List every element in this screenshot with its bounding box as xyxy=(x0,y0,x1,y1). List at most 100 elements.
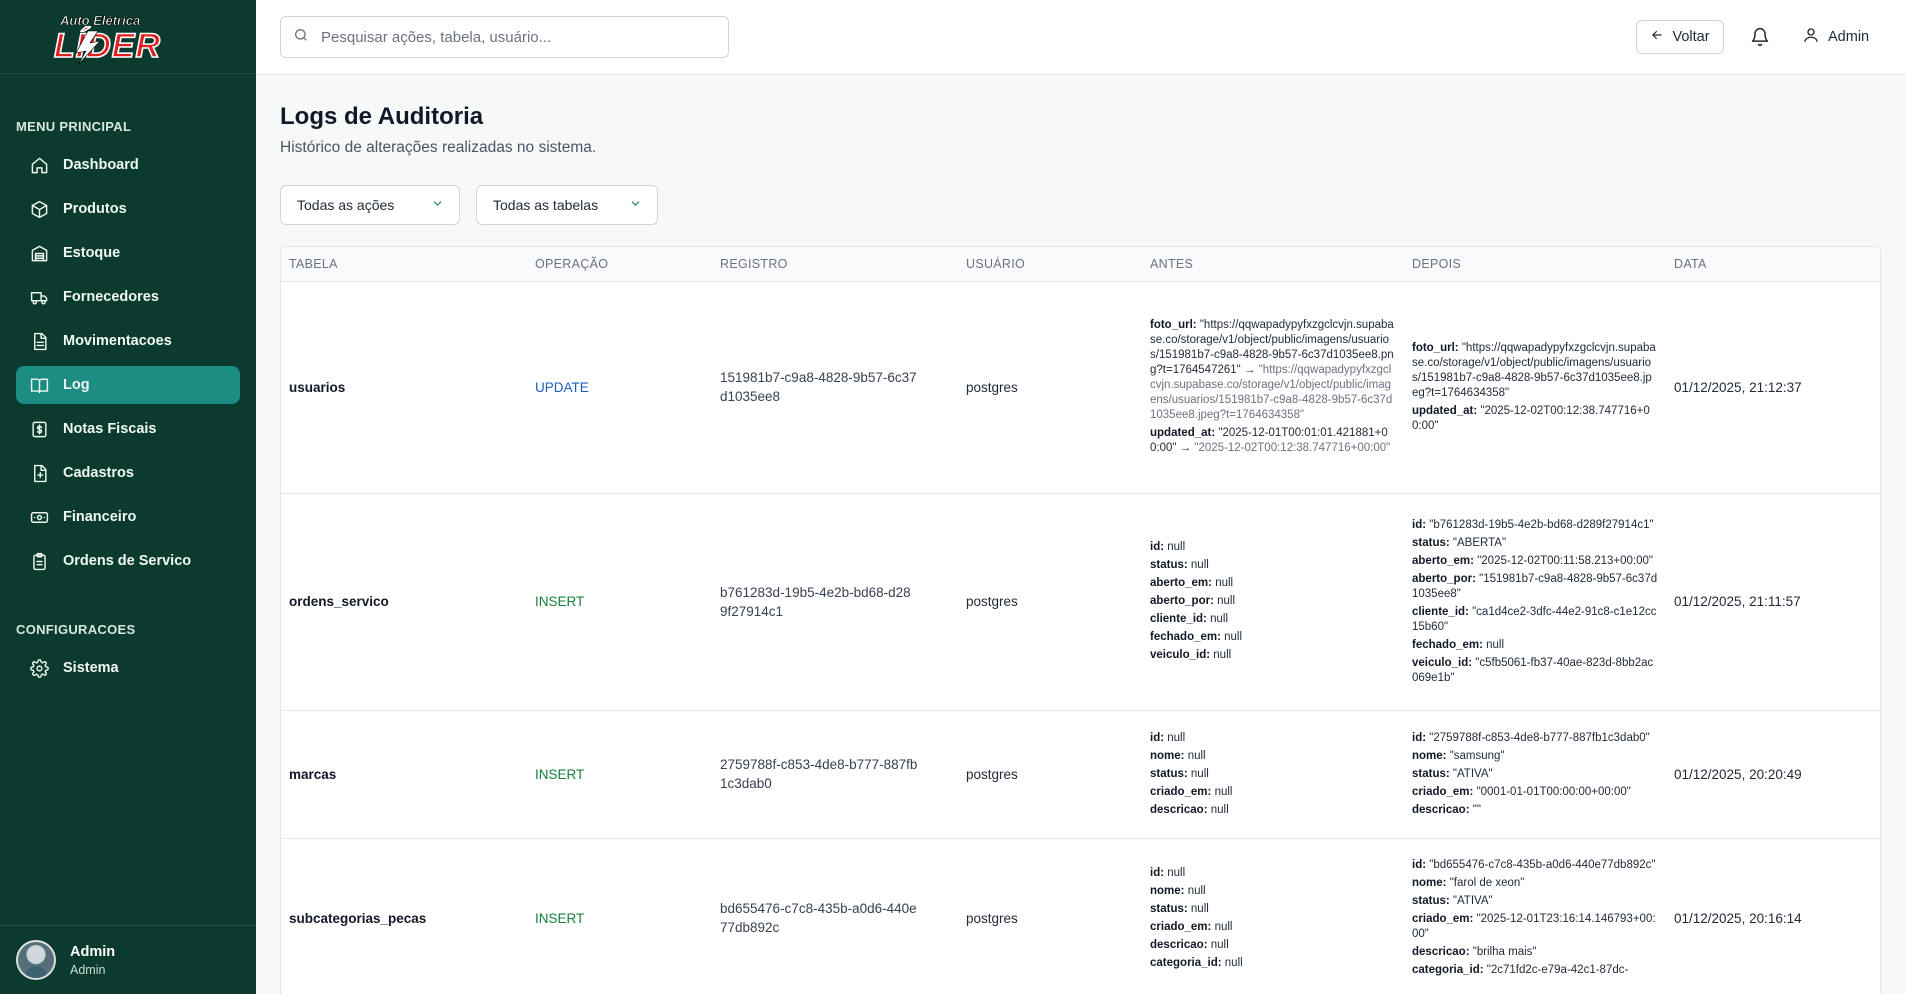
sidebar-item-sistema[interactable]: Sistema xyxy=(16,649,240,687)
field-line: nome: "samsung" xyxy=(1412,749,1658,764)
field-key: nome: xyxy=(1150,749,1185,762)
sidebar-item-financeiro[interactable]: Financeiro xyxy=(16,498,240,536)
cell-registro: 2759788f-c853-4de8-b777-887fb1c3dab0 xyxy=(712,710,958,839)
main-menu: Dashboard Produtos Estoque Fornecedores … xyxy=(0,146,256,580)
svg-text:LÍDER: LÍDER xyxy=(54,27,161,65)
page-title: Logs de Auditoria xyxy=(280,103,484,130)
sidebar-item-label: Ordens de Servico xyxy=(63,553,192,569)
sidebar-item-notas-fiscais[interactable]: Notas Fiscais xyxy=(16,410,240,448)
sidebar-user[interactable]: Admin Admin xyxy=(0,925,256,994)
avatar xyxy=(16,940,56,980)
sidebar-item-movimentacoes[interactable]: Movimentacoes xyxy=(16,322,240,360)
truck-icon xyxy=(29,287,49,307)
column-header[interactable]: REGISTRO xyxy=(712,247,958,282)
field-value: null xyxy=(1214,785,1233,798)
table-row[interactable]: ordens_servico INSERT b761283d-19b5-4e2b-b… xyxy=(281,493,1880,711)
field-line: nome: null xyxy=(1150,884,1396,899)
field-key: descricao: xyxy=(1150,803,1208,816)
field-key: nome: xyxy=(1412,877,1447,889)
column-header[interactable]: DEPOIS xyxy=(1404,247,1666,282)
cell-operacao: INSERT xyxy=(527,838,712,994)
depois-fields: id: "bd655476-c7c8-435b-a0d6-440e77db892… xyxy=(1412,858,1658,978)
field-value: null xyxy=(1210,938,1229,951)
field-key: categoria_id: xyxy=(1412,964,1484,976)
field-line: categoria_id: null xyxy=(1150,956,1396,971)
sidebar-item-label: Dashboard xyxy=(63,157,139,173)
bell-icon[interactable] xyxy=(1748,25,1772,49)
table-filter-select[interactable]: Todas as tabelas xyxy=(476,185,658,225)
field-value: null xyxy=(1190,559,1209,571)
cell-usuario: postgres xyxy=(958,281,1142,494)
column-header[interactable]: TABELA xyxy=(281,247,527,282)
sidebar-item-cadastros[interactable]: Cadastros xyxy=(16,454,240,492)
user-menu[interactable]: Admin xyxy=(1802,26,1869,48)
audit-table: TABELA OPERAÇÃO REGISTRO USUÁRIO ANTES D… xyxy=(281,247,1880,994)
field-line: nome: null xyxy=(1150,749,1396,764)
search-box[interactable] xyxy=(280,16,729,58)
table-row[interactable]: marcas INSERT 2759788f-c853-4de8-b777-887f… xyxy=(281,710,1880,839)
table-row[interactable]: subcategorias_pecas INSERT bd655476-c7c8-4… xyxy=(281,838,1880,994)
cell-registro: 151981b7-c9a8-4828-9b57-6c37d1035ee8 xyxy=(712,281,958,494)
antes-fields: foto_url: "https://qqwapadypyfxzgclcvjn.… xyxy=(1150,318,1396,456)
back-button[interactable]: Voltar xyxy=(1636,20,1724,54)
depois-fields: foto_url: "https://qqwapadypyfxzgclcvjn.… xyxy=(1412,341,1658,434)
field-line: fechado_em: null xyxy=(1412,638,1658,653)
config-menu: Sistema xyxy=(0,649,256,687)
chevron-down-icon xyxy=(431,197,444,213)
field-line: descricao: "brilha mais" xyxy=(1412,945,1658,960)
brand-logo[interactable]: Auto Elétrica LÍDER xyxy=(0,0,256,74)
sidebar-item-fornecedores[interactable]: Fornecedores xyxy=(16,278,240,316)
table-row[interactable]: usuarios UPDATE 151981b7-c9a8-4828-9b57-6c… xyxy=(281,281,1880,494)
cell-data: 01/12/2025, 21:11:57 xyxy=(1666,493,1880,711)
column-header[interactable]: ANTES xyxy=(1142,247,1404,282)
antes-fields: id: null nome: null status: null criado_em:… xyxy=(1150,866,1396,971)
column-header[interactable]: OPERAÇÃO xyxy=(527,247,712,282)
section-title-main: MENU PRINCIPAL xyxy=(16,119,132,134)
section-title-config: CONFIGURACOES xyxy=(16,622,136,637)
field-value: null xyxy=(1224,631,1243,643)
field-key: criado_em: xyxy=(1412,785,1474,798)
field-line: status: "ATIVA" xyxy=(1412,767,1658,782)
field-line: id: "bd655476-c7c8-435b-a0d6-440e77db892… xyxy=(1412,858,1658,873)
field-key: nome: xyxy=(1412,749,1447,762)
audit-table-container[interactable]: TABELA OPERAÇÃO REGISTRO USUÁRIO ANTES D… xyxy=(280,246,1881,994)
cell-antes: foto_url: "https://qqwapadypyfxzgclcvjn.… xyxy=(1142,281,1404,494)
cell-tabela: usuarios xyxy=(281,281,527,494)
action-filter-select[interactable]: Todas as ações xyxy=(280,185,460,225)
sidebar-item-dashboard[interactable]: Dashboard xyxy=(16,146,240,184)
column-header[interactable]: DATA xyxy=(1666,247,1880,282)
field-line: status: null xyxy=(1150,558,1396,573)
field-line: foto_url: "https://qqwapadypyfxzgclcvjn.… xyxy=(1150,318,1396,423)
search-input[interactable] xyxy=(321,28,711,46)
chevron-down-icon xyxy=(629,197,642,213)
field-key: categoria_id: xyxy=(1150,956,1222,969)
field-value: null xyxy=(1214,920,1233,933)
field-key: status: xyxy=(1150,902,1188,915)
column-header[interactable]: USUÁRIO xyxy=(958,247,1142,282)
cell-antes: id: null status: null aberto_em: null abert… xyxy=(1142,493,1404,711)
field-value: null xyxy=(1167,731,1186,744)
sidebar-item-ordens-de-servico[interactable]: Ordens de Servico xyxy=(16,542,240,580)
cell-antes: id: null nome: null status: null criado_em:… xyxy=(1142,710,1404,839)
field-key: updated_at: xyxy=(1412,404,1478,417)
field-value: null xyxy=(1187,749,1206,762)
field-value: null xyxy=(1213,649,1232,661)
field-value: null xyxy=(1215,577,1234,589)
cell-tabela: marcas xyxy=(281,710,527,839)
user-icon xyxy=(1802,26,1820,48)
sidebar-item-estoque[interactable]: Estoque xyxy=(16,234,240,272)
field-key: foto_url: xyxy=(1412,341,1459,354)
field-value: "2759788f-c853-4de8-b777-887fb1c3dab0" xyxy=(1429,731,1650,744)
sidebar-item-produtos[interactable]: Produtos xyxy=(16,190,240,228)
field-value: "b761283d-19b5-4e2b-bd68-d289f27914c1" xyxy=(1429,518,1654,531)
field-new-value: "2025-12-02T00:12:38.747716+00:00" xyxy=(1194,442,1391,454)
field-key: cliente_id: xyxy=(1412,605,1469,618)
field-value: "0001-01-01T00:00:00+00:00" xyxy=(1476,785,1631,798)
field-line: aberto_em: null xyxy=(1150,576,1396,591)
sidebar-item-log[interactable]: Log xyxy=(16,366,240,404)
field-key: status: xyxy=(1412,536,1450,549)
field-key: id: xyxy=(1150,541,1165,553)
field-key: descricao: xyxy=(1150,938,1208,951)
field-key: cliente_id: xyxy=(1150,613,1207,625)
antes-fields: id: null nome: null status: null criado_em:… xyxy=(1150,731,1396,818)
